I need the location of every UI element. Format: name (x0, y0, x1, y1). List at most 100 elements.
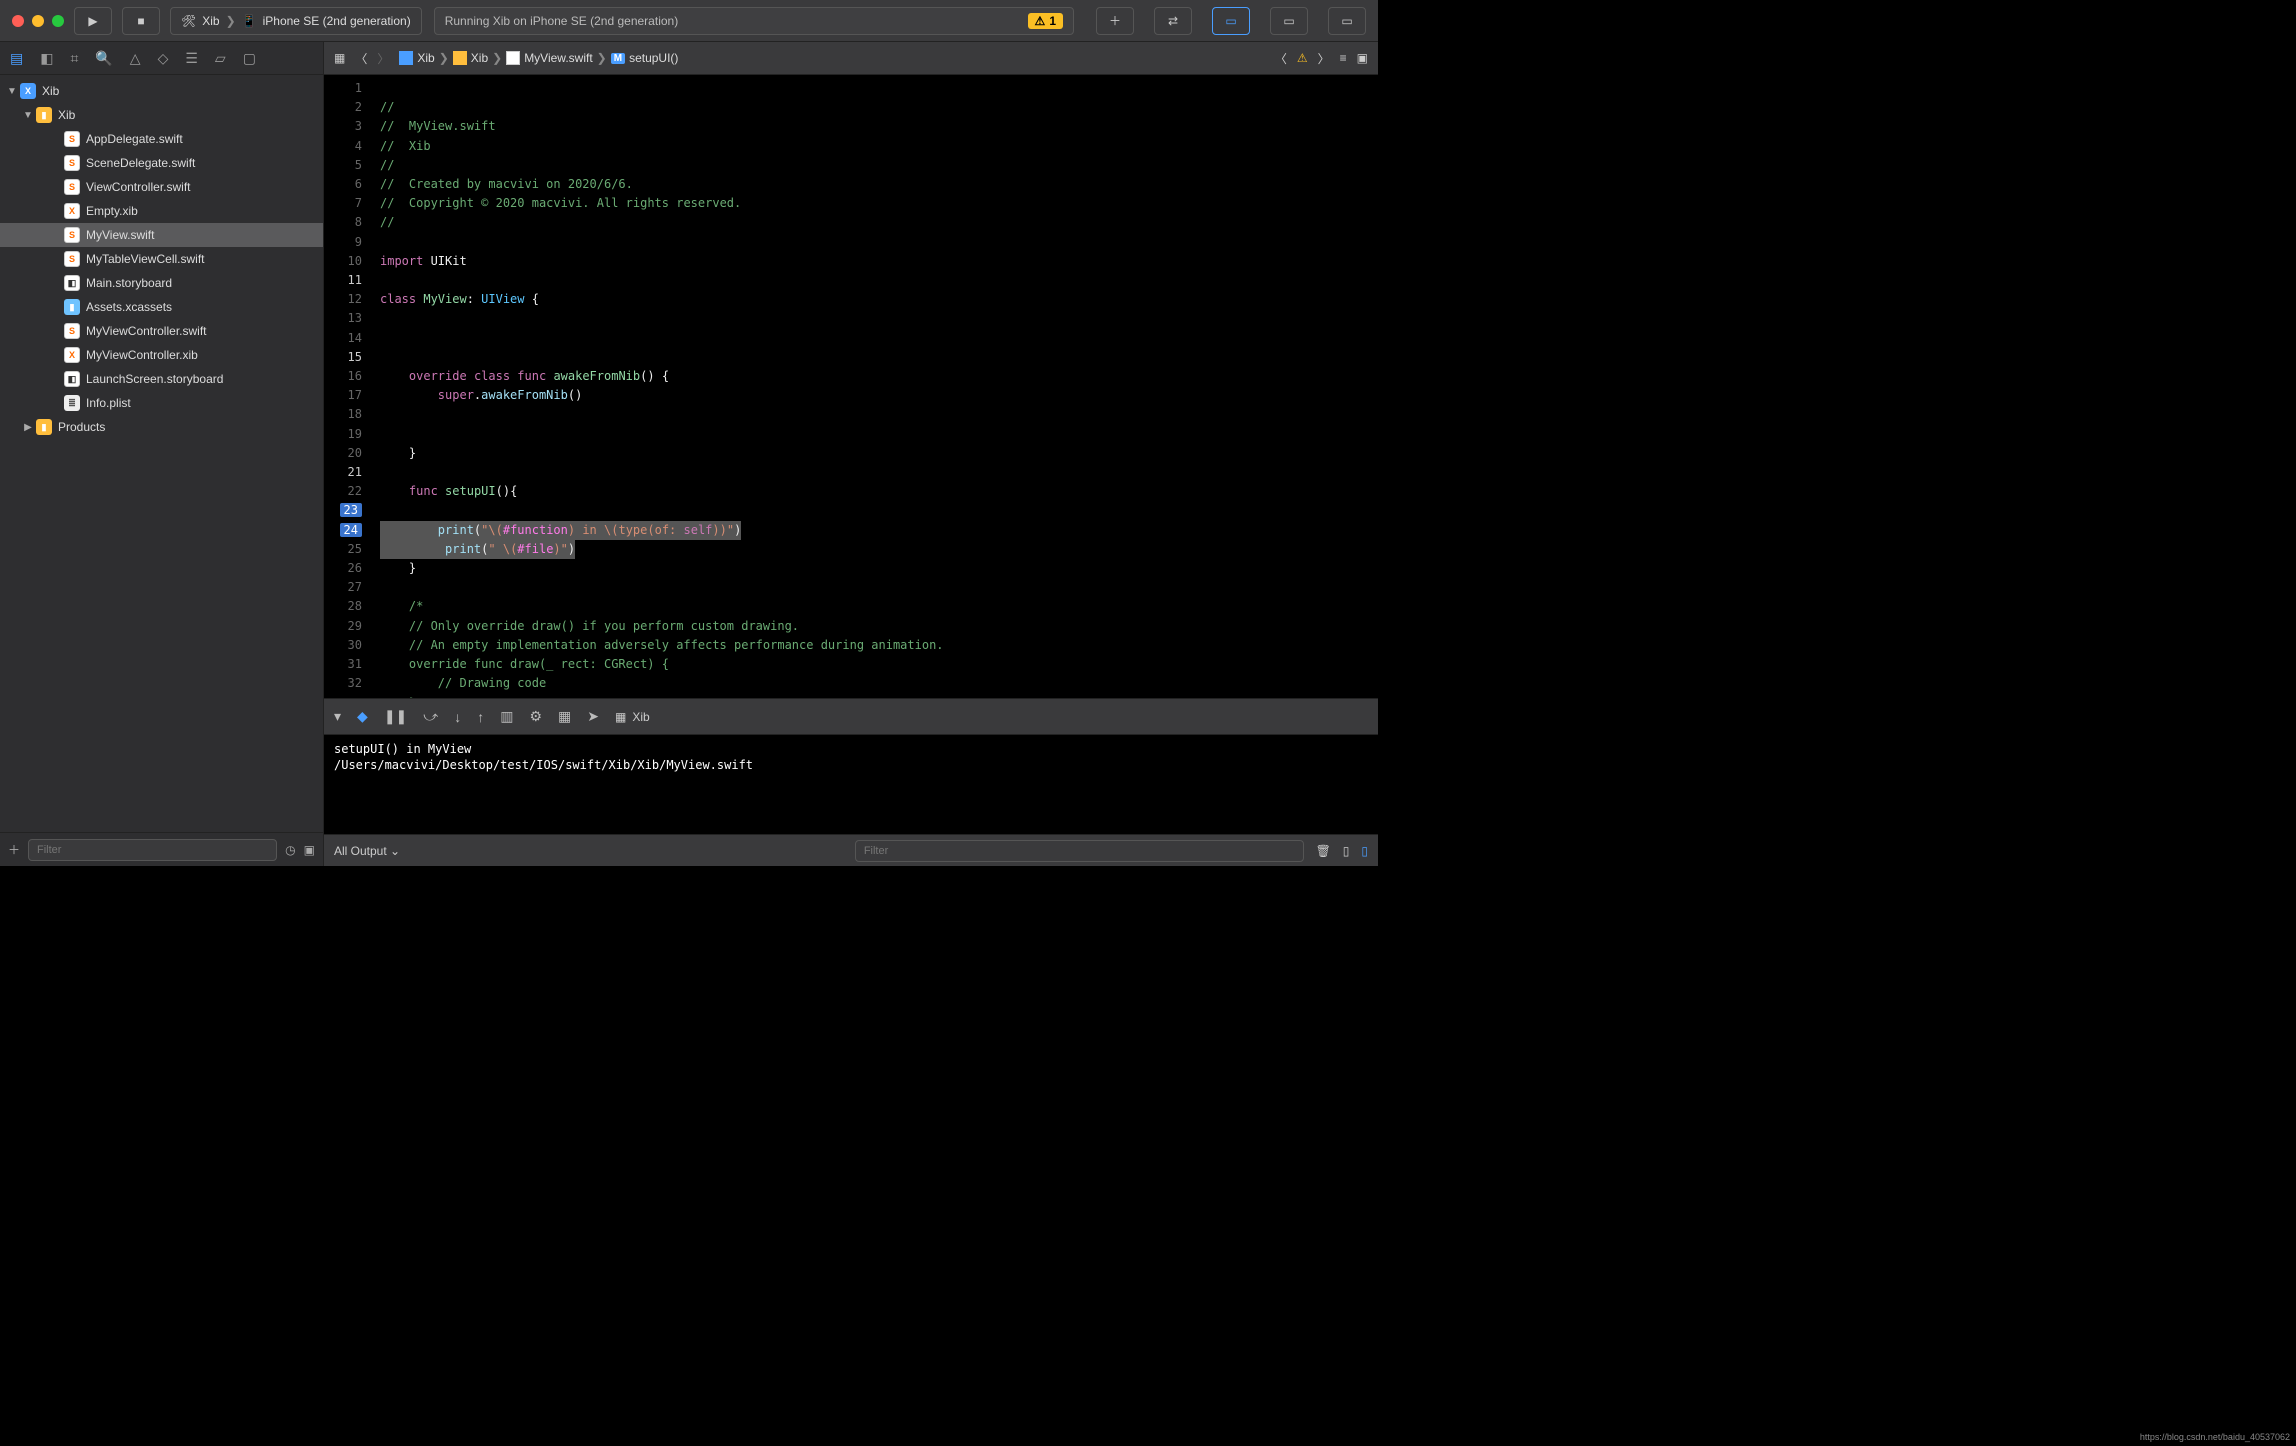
file-main-storyboard[interactable]: ◧Main.storyboard (0, 271, 323, 295)
adjust-editor-icon[interactable]: ▣ (1357, 51, 1368, 65)
file-myviewcontroller-xib[interactable]: XMyViewController.xib (0, 343, 323, 367)
warning-icon[interactable]: ⚠ (1297, 51, 1308, 65)
console-filter-input[interactable] (855, 840, 1304, 862)
breakpoint-marker[interactable]: 23 (340, 503, 362, 517)
close-window-button[interactable] (12, 15, 24, 27)
group-folder[interactable]: ▼ ▮ Xib (0, 103, 323, 127)
minimize-window-button[interactable] (32, 15, 44, 27)
issue-navigator-tab[interactable]: △ (130, 50, 141, 67)
run-button[interactable]: ▶ (74, 7, 112, 35)
crumb-project[interactable]: Xib (417, 51, 434, 65)
file-info-plist[interactable]: ≣ Info.plist (0, 391, 323, 415)
jump-previous-issue[interactable]: 〈 (1275, 50, 1287, 67)
debug-navigator-tab[interactable]: ☰ (185, 50, 198, 67)
crumb-file[interactable]: MyView.swift (524, 51, 592, 65)
project-root[interactable]: ▼ X Xib (0, 79, 323, 103)
hide-debug-area-icon[interactable]: ▾ (334, 708, 341, 725)
code-content[interactable]: // // MyView.swift // Xib // // Created … (370, 75, 1378, 698)
swift-file-icon: S (64, 155, 80, 171)
symbol-navigator-tab[interactable]: ⌗ (70, 50, 78, 67)
toggle-debug-area-button[interactable]: ▭ (1270, 7, 1308, 35)
library-button[interactable]: ＋ (1096, 7, 1134, 35)
jump-next-issue[interactable]: 〉 (1318, 50, 1330, 67)
console-output[interactable]: setupUI() in MyView /Users/macvivi/Deskt… (324, 734, 1378, 834)
disclosure-triangle-icon[interactable]: ▶ (22, 422, 34, 433)
fullscreen-window-button[interactable] (52, 15, 64, 27)
crumb-group[interactable]: Xib (471, 51, 488, 65)
back-button[interactable]: 〈 (355, 50, 367, 67)
file-label: ViewController.swift (86, 180, 190, 194)
breakpoint-navigator-tab[interactable]: ▱ (215, 50, 226, 67)
group-name: Xib (58, 108, 75, 122)
file-mytableviewcell[interactable]: SMyTableViewCell.swift (0, 247, 323, 271)
source-control-navigator-tab[interactable]: ◧ (40, 50, 53, 67)
forward-button[interactable]: 〉 (377, 50, 389, 67)
scm-filter-icon[interactable]: ▣ (304, 843, 315, 857)
code-review-button[interactable]: ⇄ (1154, 7, 1192, 35)
file-label: LaunchScreen.storyboard (86, 372, 223, 386)
file-label: Empty.xib (86, 204, 138, 218)
activity-viewer[interactable]: Running Xib on iPhone SE (2nd generation… (434, 7, 1074, 35)
file-label: Info.plist (86, 396, 131, 410)
watermark-text: https://blog.csdn.net/baidu_40537062 (2140, 1432, 2290, 1442)
file-scenedelegate[interactable]: SSceneDelegate.swift (0, 151, 323, 175)
chevron-right-icon: ❯ (492, 51, 502, 65)
debug-view-hierarchy-icon[interactable]: ▥ (500, 708, 513, 725)
console-line: setupUI() in MyView (334, 742, 471, 756)
folder-icon: ▮ (36, 419, 52, 435)
chevron-right-icon: ❯ (226, 14, 236, 28)
file-appdelegate[interactable]: SAppDelegate.swift (0, 127, 323, 151)
add-button[interactable]: ＋ (8, 841, 20, 858)
warning-badge[interactable]: ⚠ 1 (1028, 13, 1063, 29)
report-navigator-tab[interactable]: ▢ (243, 50, 256, 67)
storyboard-file-icon: ◧ (64, 275, 80, 291)
file-myview-selected[interactable]: SMyView.swift (0, 223, 323, 247)
scheme-selector[interactable]: 🛠 Xib ❯ 📱 iPhone SE (2nd generation) (170, 7, 422, 35)
breakpoints-toggle-icon[interactable]: ◆ (357, 708, 368, 725)
recent-filter-icon[interactable]: ◷ (285, 843, 295, 857)
console-line: /Users/macvivi/Desktop/test/IOS/swift/Xi… (334, 758, 753, 772)
xcodeproj-icon (399, 51, 413, 65)
crumb-symbol[interactable]: setupUI() (629, 51, 678, 65)
related-items-icon[interactable]: ▦ (334, 51, 345, 65)
toggle-inspector-button[interactable]: ▭ (1328, 7, 1366, 35)
test-navigator-tab[interactable]: ◇ (158, 50, 169, 67)
continue-pause-icon[interactable]: ❚❚ (384, 708, 407, 725)
folder-label: Products (58, 420, 105, 434)
environment-overrides-icon[interactable]: ▦ (558, 708, 571, 725)
debug-toolbar: ▾ ◆ ❚❚ ⤻ ↓ ↑ ▥ ⚙ ▦ ➤ ▦ Xib (324, 698, 1378, 734)
swift-file-icon: S (64, 323, 80, 339)
scheme-app-label: Xib (202, 14, 219, 28)
step-into-icon[interactable]: ↓ (454, 709, 461, 725)
step-out-icon[interactable]: ↑ (477, 709, 484, 725)
variables-view-toggle[interactable]: ▯ (1343, 844, 1350, 858)
console-footer: All Output ⌄ 🗑 ▯ ▯ (324, 834, 1378, 866)
products-folder[interactable]: ▶ ▮ Products (0, 415, 323, 439)
output-mode-selector[interactable]: All Output ⌄ (334, 844, 400, 858)
file-launchscreen[interactable]: ◧LaunchScreen.storyboard (0, 367, 323, 391)
file-empty-xib[interactable]: XEmpty.xib (0, 199, 323, 223)
stop-button[interactable]: ■ (122, 7, 160, 35)
editor-area: ▦ 〈 〉 Xib ❯ Xib ❯ MyView.swift ❯ M setup… (324, 42, 1378, 866)
simulate-location-icon[interactable]: ➤ (587, 708, 599, 725)
file-label: MyViewController.xib (86, 348, 198, 362)
navigator-filter-input[interactable] (28, 839, 277, 861)
step-over-icon[interactable]: ⤻ (423, 708, 438, 725)
console-view-toggle[interactable]: ▯ (1361, 844, 1368, 858)
minimap-toggle[interactable]: ≡ (1340, 51, 1347, 65)
breakpoint-marker[interactable]: 24 (340, 523, 362, 537)
memory-graph-icon[interactable]: ⚙ (529, 708, 542, 725)
project-tree[interactable]: ▼ X Xib ▼ ▮ Xib SAppDelegate.swift SScen… (0, 75, 323, 832)
disclosure-triangle-icon[interactable]: ▼ (6, 86, 18, 97)
disclosure-triangle-icon[interactable]: ▼ (22, 110, 34, 121)
file-myviewcontroller-swift[interactable]: SMyViewController.swift (0, 319, 323, 343)
toggle-navigator-button[interactable]: ▭ (1212, 7, 1250, 35)
file-viewcontroller[interactable]: SViewController.swift (0, 175, 323, 199)
plist-file-icon: ≣ (64, 395, 80, 411)
source-editor[interactable]: 1234567891011121314151617181920212223242… (324, 75, 1378, 698)
process-selector[interactable]: ▦ Xib (615, 710, 650, 724)
project-navigator-tab[interactable]: ▤ (10, 50, 23, 67)
find-navigator-tab[interactable]: 🔍 (95, 50, 112, 67)
clear-console-icon[interactable]: 🗑 (1316, 844, 1331, 858)
file-assets[interactable]: ▮Assets.xcassets (0, 295, 323, 319)
